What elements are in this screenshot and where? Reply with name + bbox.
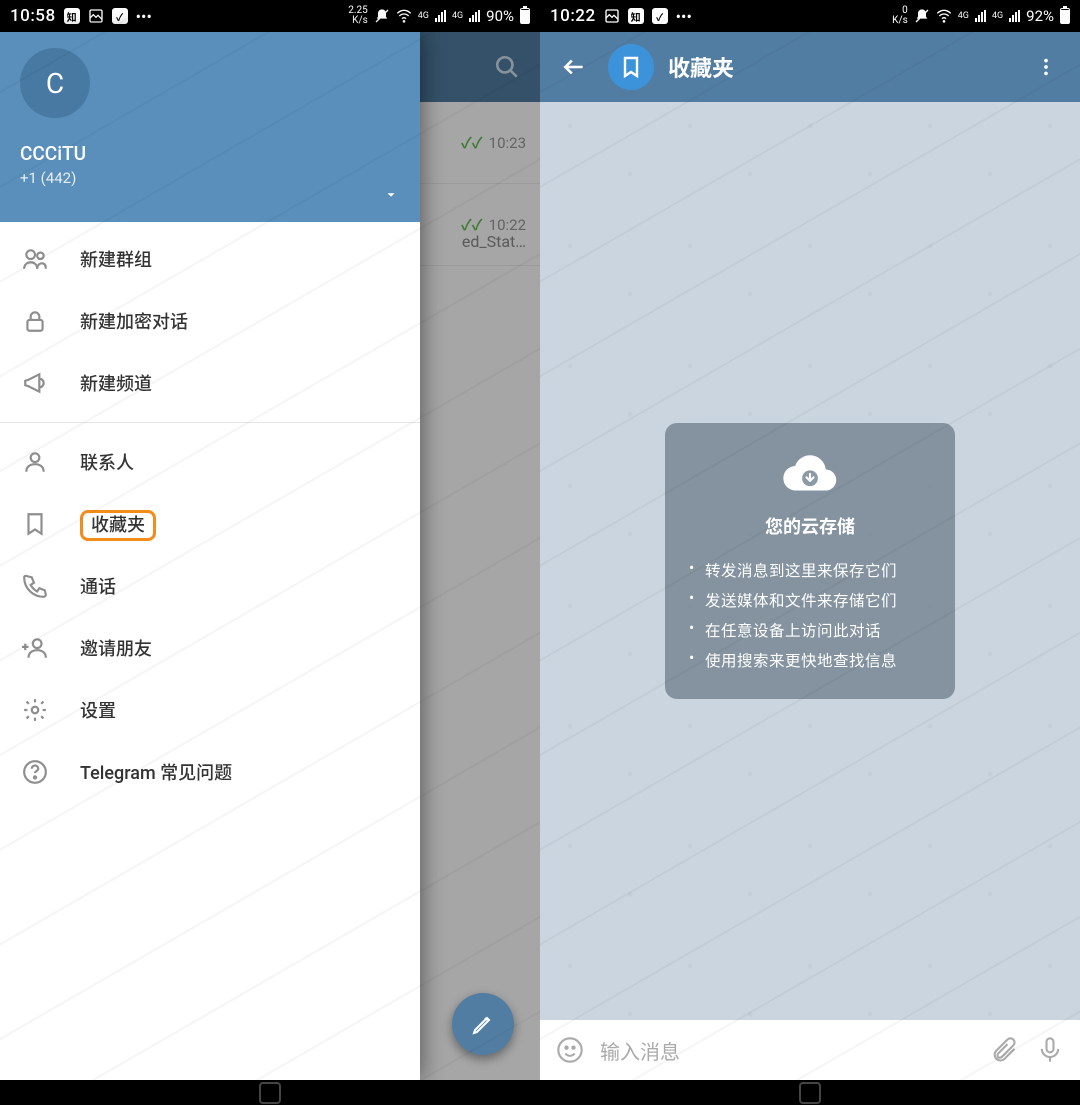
status-bar: 10:22 知 ✓ ••• 0K/s 4G 4G 92% <box>540 0 1080 32</box>
net-label-1: 4G <box>958 11 969 21</box>
megaphone-icon <box>22 370 48 396</box>
chat-title: 收藏夹 <box>668 51 1012 83</box>
avatar[interactable]: C <box>20 48 90 118</box>
android-navbar <box>0 1080 540 1105</box>
help-icon <box>22 759 48 785</box>
net-speed: 0K/s <box>892 6 908 26</box>
battery-icon <box>1060 8 1070 24</box>
group-icon <box>22 246 48 272</box>
drawer-item-label: Telegram 常见问题 <box>80 759 232 785</box>
signal-icon <box>1009 10 1020 22</box>
drawer-item-label: 联系人 <box>80 449 134 475</box>
net-label-2: 4G <box>452 11 463 21</box>
bookmark-icon <box>22 511 48 537</box>
net-speed: 2.25K/s <box>348 6 368 26</box>
signal-icon <box>435 10 446 22</box>
drawer-item-label: 新建加密对话 <box>80 308 188 334</box>
net-label-2: 4G <box>992 11 1003 21</box>
drawer-item-label: 新建群组 <box>80 246 152 272</box>
status-bar: 10:58 知 ✓ ••• 2.25K/s 4G 4G 90% <box>0 0 540 32</box>
wifi-icon <box>936 8 952 24</box>
cloud-download-icon <box>782 445 838 501</box>
mute-icon <box>914 8 930 24</box>
wifi-icon <box>396 8 412 24</box>
phone-right: 10:22 知 ✓ ••• 0K/s 4G 4G 92% <box>540 0 1080 1105</box>
drawer-item-label: 收藏夹 <box>80 511 156 537</box>
person-icon <box>22 449 48 475</box>
info-bullet: 在任意设备上访问此对话 <box>689 615 931 645</box>
cloud-info-card: 您的云存储 转发消息到这里来保存它们发送媒体和文件来存储它们在任意设备上访问此对… <box>665 423 955 699</box>
drawer-item-faq[interactable]: Telegram 常见问题 <box>0 741 420 803</box>
drawer-list: 新建群组新建加密对话新建频道 联系人收藏夹通话邀请朋友设置 Telegram 常见… <box>0 222 420 1080</box>
battery-icon <box>520 8 530 24</box>
message-input[interactable]: 输入消息 <box>600 1036 974 1065</box>
chat-header: 收藏夹 <box>540 32 1080 102</box>
chevron-down-icon[interactable] <box>384 188 398 202</box>
drawer-item-label: 通话 <box>80 573 116 599</box>
battery-pct: 90% <box>486 7 514 25</box>
profile-phone: +1 (442) <box>20 169 400 187</box>
check-icon: ✓ <box>652 8 668 24</box>
more-dots-icon: ••• <box>676 7 692 26</box>
avatar-initial: C <box>46 67 64 100</box>
status-icon: 知 <box>64 8 80 24</box>
message-input-bar: 输入消息 <box>540 1020 1080 1080</box>
drawer-item-settings[interactable]: 设置 <box>0 679 420 741</box>
more-dots-icon: ••• <box>136 7 152 26</box>
info-bullet: 发送媒体和文件来存储它们 <box>689 585 931 615</box>
drawer-item-label: 邀请朋友 <box>80 635 152 661</box>
attach-icon[interactable] <box>988 1034 1020 1066</box>
android-navbar <box>540 1080 1080 1105</box>
compose-fab[interactable] <box>452 993 514 1055</box>
check-icon: ✓ <box>112 8 128 24</box>
drawer-item-invite[interactable]: 邀请朋友 <box>0 617 420 679</box>
nav-drawer: C CCCiTU +1 (442) 新建群组新建加密对话新建频道 联系人收藏夹通… <box>0 32 420 1080</box>
picture-icon <box>88 8 104 24</box>
gear-icon <box>22 697 48 723</box>
drawer-item-new-group[interactable]: 新建群组 <box>0 228 420 290</box>
phone-left: 10:58 知 ✓ ••• 2.25K/s 4G 4G 90% <box>0 0 540 1105</box>
mute-icon <box>374 8 390 24</box>
divider <box>0 422 420 423</box>
saved-avatar[interactable] <box>608 44 654 90</box>
chat-body[interactable]: 您的云存储 转发消息到这里来保存它们发送媒体和文件来存储它们在任意设备上访问此对… <box>540 102 1080 1020</box>
mic-icon[interactable] <box>1034 1034 1066 1066</box>
info-bullet: 使用搜索来更快地查找信息 <box>689 645 931 675</box>
drawer-item-label: 设置 <box>80 697 116 723</box>
back-button[interactable] <box>554 47 594 87</box>
invite-icon <box>22 635 48 661</box>
drawer-item-contacts[interactable]: 联系人 <box>0 431 420 493</box>
signal-icon <box>469 10 480 22</box>
drawer-item-new-secret[interactable]: 新建加密对话 <box>0 290 420 352</box>
more-button[interactable] <box>1026 47 1066 87</box>
info-title: 您的云存储 <box>689 513 931 539</box>
phone-icon <box>22 573 48 599</box>
picture-icon <box>604 8 620 24</box>
emoji-icon[interactable] <box>554 1034 586 1066</box>
net-label-1: 4G <box>418 11 429 21</box>
drawer-item-new-channel[interactable]: 新建频道 <box>0 352 420 414</box>
lock-icon <box>22 308 48 334</box>
profile-name: CCCiTU <box>20 142 400 165</box>
drawer-header[interactable]: C CCCiTU +1 (442) <box>0 32 420 222</box>
status-time: 10:58 <box>10 6 56 26</box>
status-icon: 知 <box>628 8 644 24</box>
drawer-item-label: 新建频道 <box>80 370 152 396</box>
status-time: 10:22 <box>550 6 596 26</box>
signal-icon <box>975 10 986 22</box>
info-bullet: 转发消息到这里来保存它们 <box>689 555 931 585</box>
drawer-item-calls[interactable]: 通话 <box>0 555 420 617</box>
battery-pct: 92% <box>1026 7 1054 25</box>
drawer-item-saved[interactable]: 收藏夹 <box>0 493 420 555</box>
